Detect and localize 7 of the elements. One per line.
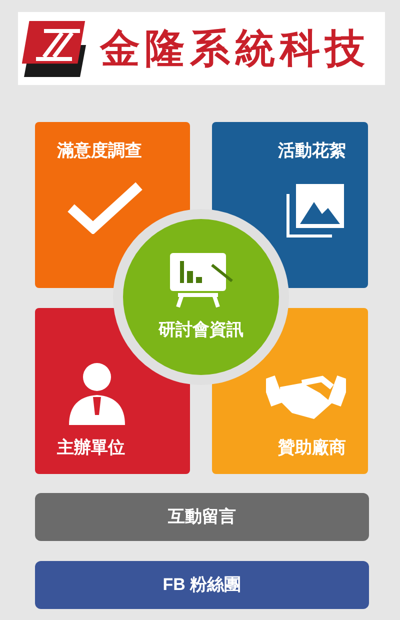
logo-text: 金隆系統科技: [100, 28, 370, 68]
person-icon: [67, 360, 127, 424]
gallery-icon: [284, 182, 346, 238]
check-icon: [67, 182, 143, 234]
menu-button[interactable]: 互動留言: [35, 493, 369, 541]
presentation-board-icon: [168, 251, 234, 310]
menu-button[interactable]: FB 粉絲團: [35, 561, 369, 609]
